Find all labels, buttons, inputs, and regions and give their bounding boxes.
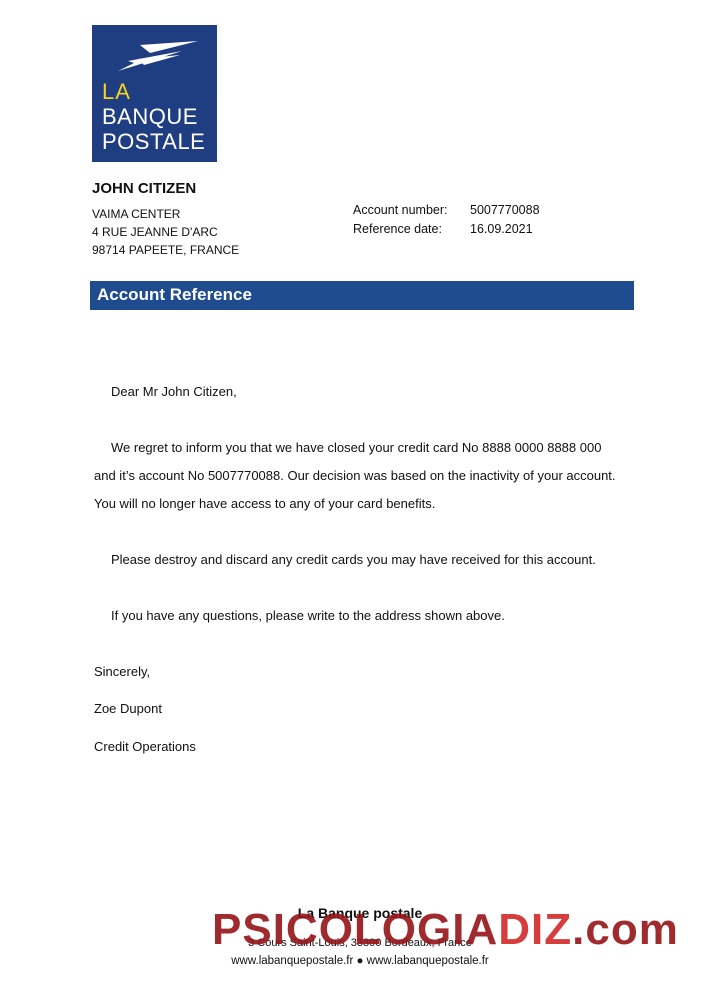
bird-icon <box>118 41 198 71</box>
letter-department: Credit Operations <box>94 739 196 754</box>
recipient-address-line3: 98714 PAPEETE, FRANCE <box>92 243 240 257</box>
letter-greeting: Dear Mr John Citizen, <box>111 384 237 399</box>
account-number-label: Account number: <box>353 203 448 217</box>
recipient-address-line2: 4 RUE JEANNE D'ARC <box>92 225 218 239</box>
watermark: PSICOLOGIADIZ.com <box>212 905 679 955</box>
bank-logo: LA BANQUE POSTALE <box>92 25 217 162</box>
watermark-part1: PSICOLOGIA <box>212 905 499 954</box>
recipient-name: JOHN CITIZEN <box>92 180 197 197</box>
letter-paragraph2: Please destroy and discard any credit ca… <box>111 552 596 567</box>
logo-line-la: LA <box>102 79 131 104</box>
watermark-part2: DIZ <box>498 905 573 954</box>
section-banner: Account Reference <box>90 281 634 310</box>
letter-signer: Zoe Dupont <box>94 701 162 716</box>
footer-website: www.labanquepostale.fr ● www.labanquepos… <box>231 955 489 967</box>
logo-line-postale: POSTALE <box>102 129 206 154</box>
recipient-address-line1: VAIMA CENTER <box>92 207 181 221</box>
section-title: Account Reference <box>97 285 252 304</box>
letter-paragraph3: If you have any questions, please write … <box>111 608 505 623</box>
letter-closing: Sincerely, <box>94 664 151 679</box>
letter-paragraph1-line2: and it’s account No 5007770088. Our deci… <box>94 468 616 483</box>
reference-date-value: 16.09.2021 <box>470 222 533 236</box>
reference-date-label: Reference date: <box>353 222 442 236</box>
watermark-part3: .com <box>572 905 679 954</box>
letter-paragraph1-line3: You will no longer have access to any of… <box>94 496 436 511</box>
logo-line-banque: BANQUE <box>102 104 198 129</box>
account-number-value: 5007770088 <box>470 203 540 217</box>
letter-paragraph1-line1: We regret to inform you that we have clo… <box>111 440 602 455</box>
